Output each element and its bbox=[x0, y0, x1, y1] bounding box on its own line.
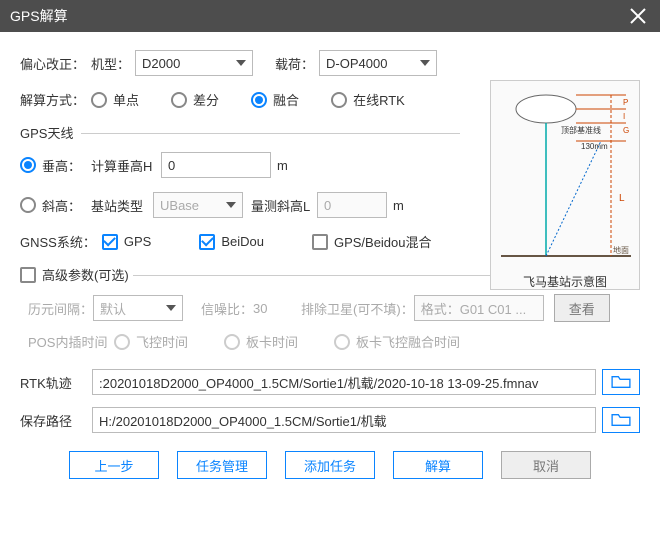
radio-vertical-height[interactable]: 垂高： bbox=[20, 156, 81, 175]
checkbox-gps-beidou-mixed[interactable]: GPS/Beidou混合 bbox=[312, 232, 432, 251]
rtk-path-input[interactable]: :20201018D2000_OP4000_1.5CM/Sortie1/机载/2… bbox=[92, 369, 596, 395]
rtk-browse-button[interactable] bbox=[602, 369, 640, 395]
cancel-button[interactable]: 取消 bbox=[501, 451, 591, 479]
solve-mode-label: 解算方式： bbox=[20, 90, 85, 109]
radio-card-time[interactable]: 板卡时间 bbox=[224, 332, 298, 351]
chevron-down-icon bbox=[420, 60, 430, 66]
svg-text:L: L bbox=[619, 193, 625, 204]
vert-unit: m bbox=[277, 158, 288, 173]
close-icon bbox=[629, 7, 647, 25]
folder-icon bbox=[610, 374, 632, 390]
vert-calc-label: 计算垂高H bbox=[91, 156, 155, 175]
excl-sat-label: 排除卫星(可不填)： bbox=[301, 299, 414, 318]
close-button[interactable] bbox=[626, 4, 650, 28]
excl-sat-input[interactable]: 格式：G01 C01 ... bbox=[414, 295, 544, 321]
base-type-select[interactable]: UBase bbox=[153, 192, 243, 218]
save-path-label: 保存路径 bbox=[20, 411, 92, 430]
radio-single[interactable]: 单点 bbox=[91, 90, 139, 109]
radio-diff[interactable]: 差分 bbox=[171, 90, 219, 109]
radio-fusion[interactable]: 融合 bbox=[251, 90, 299, 109]
snr-label: 信噪比： bbox=[201, 299, 253, 318]
base-type-label: 基站类型 bbox=[91, 196, 145, 215]
slant-height-input[interactable]: 0 bbox=[317, 192, 387, 218]
radio-slant-height[interactable]: 斜高： bbox=[20, 196, 81, 215]
antenna-diagram: P I G L 顶部基准线 130mm 地面 飞马基站示意图 bbox=[490, 80, 640, 290]
pos-interp-label: POS内插时间 bbox=[28, 332, 114, 351]
radio-online-rtk[interactable]: 在线RTK bbox=[331, 90, 405, 109]
titlebar: GPS解算 bbox=[0, 0, 660, 32]
slant-meas-label: 量测斜高L bbox=[251, 196, 311, 215]
vert-height-input[interactable]: 0 bbox=[161, 152, 271, 178]
snr-value: 30 bbox=[253, 301, 283, 316]
add-task-button[interactable]: 添加任务 bbox=[285, 451, 375, 479]
chevron-down-icon bbox=[166, 305, 176, 311]
solve-button[interactable]: 解算 bbox=[393, 451, 483, 479]
payload-select[interactable]: D-OP4000 bbox=[319, 50, 437, 76]
save-path-input[interactable]: H:/20201018D2000_OP4000_1.5CM/Sortie1/机载 bbox=[92, 407, 596, 433]
payload-label: 载荷： bbox=[275, 54, 315, 73]
folder-icon bbox=[610, 412, 632, 428]
rtk-path-label: RTK轨迹 bbox=[20, 373, 92, 392]
antenna-section-label: GPS天线 bbox=[20, 123, 73, 142]
divider bbox=[81, 133, 460, 134]
checkbox-advanced[interactable]: 高级参数(可选) bbox=[20, 265, 129, 284]
svg-text:130mm: 130mm bbox=[581, 142, 608, 151]
checkbox-gps[interactable]: GPS bbox=[102, 234, 151, 250]
epoch-label: 历元间隔： bbox=[28, 299, 93, 318]
gnss-label: GNSS系统： bbox=[20, 232, 96, 251]
svg-text:地面: 地面 bbox=[613, 245, 629, 255]
radio-fc-time[interactable]: 飞控时间 bbox=[114, 332, 188, 351]
window-title: GPS解算 bbox=[10, 6, 626, 26]
svg-text:I: I bbox=[623, 112, 625, 121]
slant-unit: m bbox=[393, 198, 404, 213]
radio-card-fc-fusion-time[interactable]: 板卡飞控融合时间 bbox=[334, 332, 460, 351]
view-button[interactable]: 查看 bbox=[554, 294, 610, 322]
epoch-select[interactable]: 默认 bbox=[93, 295, 183, 321]
chevron-down-icon bbox=[236, 60, 246, 66]
svg-text:P: P bbox=[623, 98, 628, 107]
chevron-down-icon bbox=[226, 202, 236, 208]
model-select[interactable]: D2000 bbox=[135, 50, 253, 76]
task-manager-button[interactable]: 任务管理 bbox=[177, 451, 267, 479]
model-label: 机型： bbox=[91, 54, 131, 73]
diagram-caption: 飞马基站示意图 bbox=[491, 269, 639, 292]
svg-text:G: G bbox=[623, 126, 629, 135]
checkbox-beidou[interactable]: BeiDou bbox=[199, 234, 264, 250]
prev-button[interactable]: 上一步 bbox=[69, 451, 159, 479]
eccentric-label: 偏心改正： bbox=[20, 54, 85, 73]
svg-text:顶部基准线: 顶部基准线 bbox=[561, 125, 601, 135]
save-browse-button[interactable] bbox=[602, 407, 640, 433]
